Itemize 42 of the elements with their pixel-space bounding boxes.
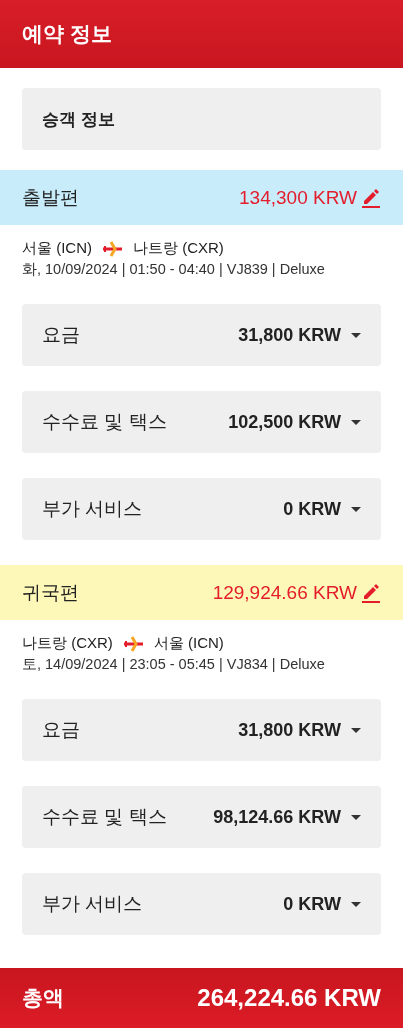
flight-details: 화, 10/09/2024 | 01:50 - 04:40 | VJ839 | Deluxe <box>21 260 326 279</box>
caret-icon <box>351 901 361 907</box>
fee-amount: 31,800 KRW <box>238 324 341 346</box>
flight-total-amount: 134,300 KRW <box>239 186 357 209</box>
fee-amount: 0 KRW <box>283 893 341 915</box>
flight-section-title: 출발편 <box>22 185 80 210</box>
fee-label: 요금 <box>42 323 80 347</box>
fee-label: 부가 서비스 <box>42 497 143 521</box>
fee-amount: 31,800 KRW <box>238 719 341 741</box>
flight-details: 토, 14/09/2024 | 23:05 - 05:45 | VJ834 | Deluxe <box>21 655 326 674</box>
edit-icon[interactable] <box>361 581 381 604</box>
fee-label: 부가 서비스 <box>42 892 143 916</box>
airplane-icon <box>122 635 144 652</box>
airplane-icon <box>102 240 123 257</box>
fee-row[interactable]: 요금 31,800 KRW <box>22 699 381 761</box>
destination-city: 나트랑 (CXR) <box>133 239 224 258</box>
fee-row[interactable]: 수수료 및 택스 98,124.66 KRW <box>22 786 381 848</box>
caret-icon <box>351 814 361 820</box>
fee-row[interactable]: 부가 서비스 0 KRW <box>22 478 381 540</box>
fee-label: 수수료 및 택스 <box>42 805 167 829</box>
total-label: 총액 <box>22 985 64 1011</box>
caret-icon <box>351 506 361 512</box>
fee-label: 요금 <box>42 718 80 742</box>
fee-amount: 98,124.66 KRW <box>213 806 341 828</box>
origin-city: 나트랑 (CXR) <box>22 634 113 653</box>
fee-label: 수수료 및 택스 <box>42 410 167 434</box>
caret-icon <box>351 332 361 338</box>
destination-city: 서울 (ICN) <box>153 634 224 653</box>
caret-icon <box>351 727 361 733</box>
caret-icon <box>351 419 361 425</box>
fee-row[interactable]: 요금 31,800 KRW <box>22 304 381 366</box>
flight-total-amount: 129,924.66 KRW <box>212 581 357 604</box>
flight-section-title: 귀국편 <box>22 580 80 605</box>
fee-row[interactable]: 수수료 및 택스 102,500 KRW <box>22 391 381 453</box>
passenger-info-button[interactable]: 승객 정보 <box>22 88 381 150</box>
fee-amount: 0 KRW <box>283 498 341 520</box>
header-title: 예약 정보 <box>22 21 112 47</box>
origin-city: 서울 (ICN) <box>22 239 92 258</box>
fee-row[interactable]: 부가 서비스 0 KRW <box>22 873 381 935</box>
fee-amount: 102,500 KRW <box>228 411 341 433</box>
edit-icon[interactable] <box>361 186 381 209</box>
total-amount: 264,224.66 KRW <box>197 984 381 1012</box>
